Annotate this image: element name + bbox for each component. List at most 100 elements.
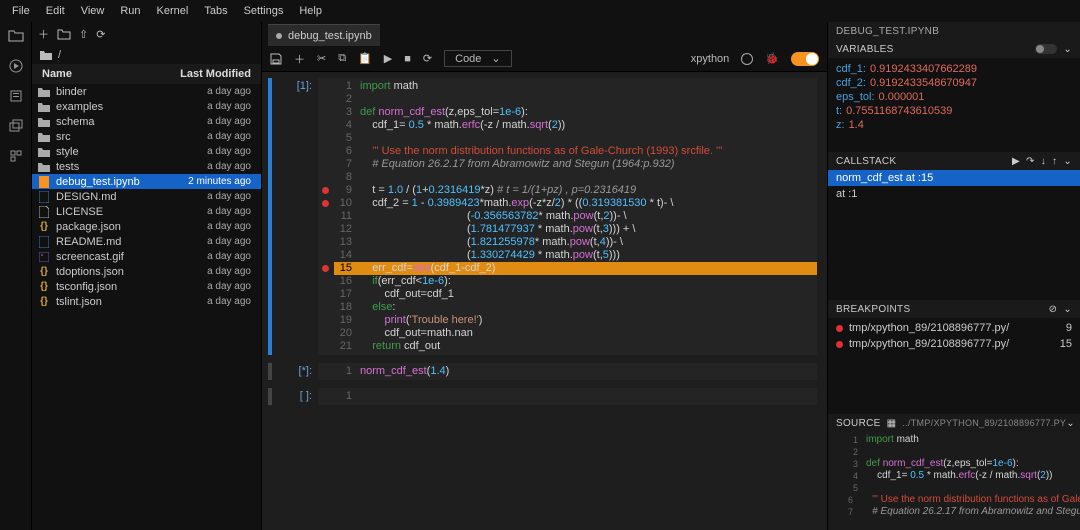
add-cell-icon[interactable]: ＋ [294, 51, 305, 67]
file-row[interactable]: {} tsconfig.json a day ago [32, 279, 261, 294]
file-row[interactable]: {}package.jsona day ago [32, 219, 261, 234]
breadcrumb-path[interactable]: / [58, 49, 61, 61]
menu-edit[interactable]: Edit [38, 5, 73, 17]
file-name: README.md [56, 236, 121, 248]
json-icon: {} [38, 266, 50, 278]
vars-view-toggle[interactable] [1035, 44, 1057, 54]
code-editor[interactable]: 1import math23def norm_cdf_est(z,eps_tol… [318, 78, 817, 355]
run-icon[interactable] [8, 58, 24, 74]
code-editor[interactable]: 1norm_cdf_est(1.4) [318, 363, 817, 380]
breakpoint-row[interactable]: tmp/xpython_89/2108896777.py/15 [828, 336, 1080, 352]
file-row[interactable]: testsa day ago [32, 159, 261, 174]
breakpoint-dot-icon [836, 325, 843, 332]
debugger-title: DEBUG_TEST.IPYNB [828, 22, 1080, 40]
folder-icon [40, 50, 52, 60]
file-row[interactable]: {} tdoptions.json a day ago [32, 264, 261, 279]
folder-icon [38, 86, 50, 98]
new-folder-icon[interactable] [57, 28, 71, 40]
step-in-icon[interactable]: ↓ [1041, 156, 1046, 167]
restart-icon[interactable]: ⟳ [423, 52, 432, 65]
menu-run[interactable]: Run [112, 5, 148, 17]
menu-file[interactable]: File [4, 5, 38, 17]
save-icon[interactable] [270, 53, 282, 65]
menu-view[interactable]: View [73, 5, 113, 17]
callstack-frame[interactable]: at :1 [828, 186, 1080, 202]
kernel-name[interactable]: xpython [691, 53, 730, 65]
menu-kernel[interactable]: Kernel [149, 5, 197, 17]
extensions-icon[interactable] [8, 148, 24, 164]
file-row[interactable]: schemaa day ago [32, 114, 261, 129]
folder-icon[interactable] [8, 28, 24, 44]
source-header[interactable]: SOURCE ▦ ../tmp/xpython_89/2108896777.py… [828, 414, 1080, 432]
file-row[interactable]: LICENSEa day ago [32, 204, 261, 219]
step-out-icon[interactable]: ↑ [1052, 156, 1057, 167]
debugger-toggle[interactable] [791, 52, 819, 66]
col-modified[interactable]: Last Modified [180, 68, 251, 80]
upload-icon[interactable]: ⇧ [79, 28, 88, 41]
chevron-down-icon[interactable]: ⌄ [1063, 156, 1072, 167]
variable-row[interactable]: cdf_2: 0.9192433548670947 [836, 76, 1072, 90]
file-row[interactable]: examplesa day ago [32, 99, 261, 114]
callstack-header[interactable]: CALLSTACK ▶ ↷ ↓ ↑ ⌄ [828, 152, 1080, 170]
file-date: a day ago [207, 146, 251, 157]
file-row[interactable]: stylea day ago [32, 144, 261, 159]
file-row[interactable]: README.md a day ago [32, 234, 261, 249]
json-icon: {} [38, 296, 50, 308]
file-row[interactable]: {}tslint.jsona day ago [32, 294, 261, 309]
code-cell[interactable]: [1]:1import math23def norm_cdf_est(z,eps… [268, 78, 827, 355]
breakpoint-row[interactable]: tmp/xpython_89/2108896777.py/9 [828, 320, 1080, 336]
code-cell[interactable]: [*]:1norm_cdf_est(1.4) [268, 363, 827, 380]
menu-help[interactable]: Help [291, 5, 330, 17]
file-row[interactable]: screencast.gifa day ago [32, 249, 261, 264]
file-name: tsconfig.json [56, 281, 117, 293]
file-date: a day ago [207, 191, 251, 202]
chevron-down-icon[interactable]: ⌄ [1066, 418, 1075, 429]
file-date: a day ago [207, 251, 251, 262]
variable-row[interactable]: t: 0.7551168743610539 [836, 104, 1072, 118]
folder-icon [38, 116, 50, 128]
file-row[interactable]: debug_test.ipynb2 minutes ago [32, 174, 261, 189]
new-launcher-icon[interactable]: ＋ [38, 26, 49, 42]
continue-icon[interactable]: ▶ [1012, 156, 1020, 167]
variables-header[interactable]: VARIABLES ⌄ [828, 40, 1080, 58]
code-cell[interactable]: [ ]:1 [268, 388, 827, 405]
step-over-icon[interactable]: ↷ [1026, 156, 1035, 167]
folder-icon [38, 161, 50, 173]
col-name[interactable]: Name [42, 68, 72, 80]
file-date: a day ago [207, 86, 251, 97]
file-row[interactable]: bindera day ago [32, 84, 261, 99]
stop-icon[interactable]: ■ [404, 53, 411, 65]
chevron-down-icon[interactable]: ⌄ [1063, 44, 1072, 55]
copy-icon[interactable]: ⧉ [338, 52, 346, 65]
paste-icon[interactable]: 📋 [358, 52, 372, 65]
clear-breakpoints-icon[interactable]: ⊘ [1049, 304, 1058, 315]
file-row[interactable]: srca day ago [32, 129, 261, 144]
menu-settings[interactable]: Settings [236, 5, 292, 17]
file-date: a day ago [207, 266, 251, 277]
refresh-icon[interactable]: ⟳ [96, 28, 105, 41]
variable-row[interactable]: eps_tol: 0.000001 [836, 90, 1072, 104]
file-date: a day ago [207, 236, 251, 247]
menu-tabs[interactable]: Tabs [196, 5, 235, 17]
cell-type-select[interactable]: Code⌄ [444, 50, 512, 67]
tabs-icon[interactable] [8, 118, 24, 134]
file-date: a day ago [207, 281, 251, 292]
open-source-icon[interactable]: ▦ [887, 418, 897, 429]
chevron-down-icon[interactable]: ⌄ [1063, 304, 1072, 315]
activity-bar [0, 22, 32, 530]
debug-icon[interactable]: 🐞 [765, 52, 779, 65]
file-row[interactable]: DESIGN.mda day ago [32, 189, 261, 204]
file-name: tests [56, 161, 79, 173]
palette-icon[interactable] [8, 88, 24, 104]
tab-debug-test[interactable]: debug_test.ipynb [268, 24, 380, 46]
run-cell-icon[interactable]: ▶ [384, 52, 392, 65]
file-name: package.json [56, 221, 121, 233]
json-icon: {} [38, 281, 50, 293]
code-editor[interactable]: 1 [318, 388, 817, 405]
file-name: tdoptions.json [56, 266, 124, 278]
breakpoints-header[interactable]: BREAKPOINTS ⊘ ⌄ [828, 300, 1080, 318]
cut-icon[interactable]: ✂ [317, 52, 326, 65]
variable-row[interactable]: z: 1.4 [836, 118, 1072, 132]
variable-row[interactable]: cdf_1: 0.9192433407662289 [836, 62, 1072, 76]
callstack-frame[interactable]: norm_cdf_est at :15 [828, 170, 1080, 186]
